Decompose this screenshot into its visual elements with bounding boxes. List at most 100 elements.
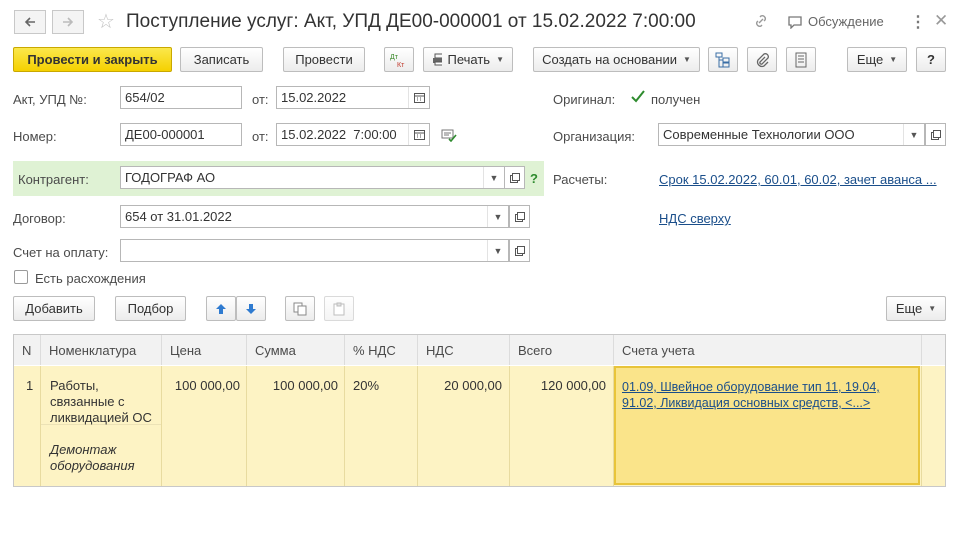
act-number-label: Акт, УПД №:	[13, 92, 87, 107]
star-icon[interactable]: ☆	[97, 9, 115, 34]
open-icon	[509, 172, 520, 183]
col-header-total[interactable]: Всего	[510, 335, 614, 365]
col-header-sum[interactable]: Сумма	[247, 335, 345, 365]
number-input[interactable]: ДЕ00-000001	[120, 123, 242, 146]
post-and-close-button[interactable]: Провести и закрыть	[13, 47, 172, 72]
original-checkbox[interactable]	[630, 89, 646, 105]
col-header-item[interactable]: Номенклатура	[41, 335, 162, 365]
cell-total[interactable]: 120 000,00	[510, 378, 606, 393]
create-based-on-button[interactable]: Создать на основании ▼	[533, 47, 700, 72]
paste-button[interactable]	[324, 296, 354, 321]
vat-link[interactable]: НДС сверху	[659, 211, 731, 226]
move-down-button[interactable]	[236, 296, 266, 321]
document-icon	[795, 52, 807, 67]
forward-button[interactable]	[52, 10, 84, 34]
number-edit-icon[interactable]	[441, 128, 457, 145]
table-more-label: Еще	[895, 301, 923, 316]
copy-button[interactable]	[285, 296, 315, 321]
settlements-link[interactable]: Срок 15.02.2022, 60.01, 60.02, зачет ава…	[659, 172, 937, 187]
col-header-accounts[interactable]: Счета учета	[614, 335, 922, 365]
counterparty-value: ГОДОГРАФ АО	[125, 170, 216, 185]
more-button[interactable]: Еще ▼	[847, 47, 907, 72]
chevron-down-icon[interactable]: ▼	[483, 167, 504, 188]
calendar-icon[interactable]	[408, 124, 429, 145]
svg-text:Дт: Дт	[390, 54, 399, 61]
add-row-button[interactable]: Добавить	[13, 296, 95, 321]
col-header-scroll	[922, 335, 945, 365]
discrepancy-checkbox[interactable]	[14, 270, 28, 284]
help-icon[interactable]: ?	[530, 171, 538, 186]
chevron-down-icon[interactable]: ▼	[487, 240, 508, 261]
contract-label: Договор:	[13, 211, 66, 226]
counterparty-open-button[interactable]	[504, 166, 525, 189]
chevron-down-icon[interactable]: ▼	[487, 206, 508, 227]
discussion-button[interactable]: Обсуждение	[787, 14, 884, 29]
back-button[interactable]	[14, 10, 46, 34]
cell-vat-rate[interactable]: 20%	[353, 378, 379, 393]
save-button[interactable]: Записать	[180, 47, 263, 72]
invoice-open-button[interactable]	[509, 239, 530, 262]
close-icon[interactable]: ✕	[934, 11, 948, 31]
goods-table: N Номенклатура Цена Сумма % НДС НДС Всег…	[13, 334, 946, 487]
move-up-button[interactable]	[206, 296, 236, 321]
original-value: получен	[651, 92, 701, 107]
cell-item[interactable]: Работы, связанные с ликвидацией ОС	[50, 378, 158, 426]
arrow-up-icon	[216, 303, 226, 314]
table-row[interactable]: 1 Работы, связанные с ликвидацией ОС Дем…	[14, 366, 945, 486]
organization-value: Современные Технологии ООО	[663, 127, 855, 142]
more-label: Еще	[856, 52, 884, 67]
create-based-label: Создать на основании	[542, 52, 677, 67]
number-date-input[interactable]: 15.02.2022 7:00:00	[276, 123, 430, 146]
act-number-input[interactable]: 654/02	[120, 86, 242, 109]
chevron-down-icon[interactable]: ▼	[903, 124, 924, 145]
arrow-left-icon	[24, 17, 35, 27]
col-header-n[interactable]: N	[14, 335, 41, 365]
table-more-button[interactable]: Еще ▼	[886, 296, 946, 321]
chevron-down-icon: ▼	[682, 55, 691, 64]
more-vert-icon[interactable]: ⋮	[910, 12, 926, 32]
accounts-link-1[interactable]: 01.09, Швейное оборудование тип 11, 19.0…	[622, 379, 880, 395]
accounts-link-2[interactable]: 91.02, Ликвидация основных средств, <...…	[622, 395, 870, 411]
contract-input[interactable]: 654 от 31.01.2022 ▼	[120, 205, 509, 228]
paperclip-icon	[756, 52, 769, 67]
report-button[interactable]	[786, 47, 816, 72]
link-icon[interactable]	[753, 13, 769, 32]
cell-item-note[interactable]: Демонтаж оборудования	[50, 442, 150, 474]
counterparty-input[interactable]: ГОДОГРАФ АО ▼	[120, 166, 505, 189]
arrow-down-icon	[246, 303, 256, 314]
hierarchy-icon	[715, 52, 730, 67]
dt-kt-icon: Дт Кт	[390, 54, 405, 69]
cell-vat[interactable]: 20 000,00	[418, 378, 502, 393]
open-icon	[514, 245, 525, 256]
open-icon	[514, 211, 525, 222]
organization-input[interactable]: Современные Технологии ООО ▼	[658, 123, 925, 146]
settlements-label: Расчеты:	[553, 172, 608, 187]
page-title: Поступление услуг: Акт, УПД ДЕ00-000001 …	[126, 11, 696, 32]
col-header-vat[interactable]: НДС	[418, 335, 510, 365]
col-header-price[interactable]: Цена	[162, 335, 247, 365]
post-button[interactable]: Провести	[283, 47, 365, 72]
counterparty-label: Контрагент:	[18, 172, 89, 187]
dt-kt-button[interactable]: Дт Кт	[384, 47, 414, 72]
act-date-value: 15.02.2022	[281, 90, 347, 105]
col-header-vat-rate[interactable]: % НДС	[345, 335, 418, 365]
pick-button[interactable]: Подбор	[115, 296, 186, 321]
invoice-input[interactable]: ▼	[120, 239, 509, 262]
cell-sum[interactable]: 100 000,00	[247, 378, 338, 393]
invoice-label: Счет на оплату:	[13, 245, 109, 260]
original-label: Оригинал:	[553, 92, 616, 107]
act-date-input[interactable]: 15.02.2022	[276, 86, 430, 109]
cell-accounts[interactable]: 01.09, Швейное оборудование тип 11, 19.0…	[614, 366, 920, 485]
structure-button[interactable]	[708, 47, 738, 72]
contract-open-button[interactable]	[509, 205, 530, 228]
svg-text:Кт: Кт	[397, 62, 405, 69]
attach-button[interactable]	[747, 47, 777, 72]
arrow-right-icon	[63, 17, 74, 27]
print-label: Печать	[447, 52, 491, 67]
cell-price[interactable]: 100 000,00	[162, 378, 240, 393]
calendar-icon[interactable]	[408, 87, 429, 108]
organization-open-button[interactable]	[925, 123, 946, 146]
organization-label: Организация:	[553, 129, 636, 144]
print-button[interactable]: Печать ▼	[423, 47, 513, 72]
help-button[interactable]: ?	[916, 47, 946, 72]
